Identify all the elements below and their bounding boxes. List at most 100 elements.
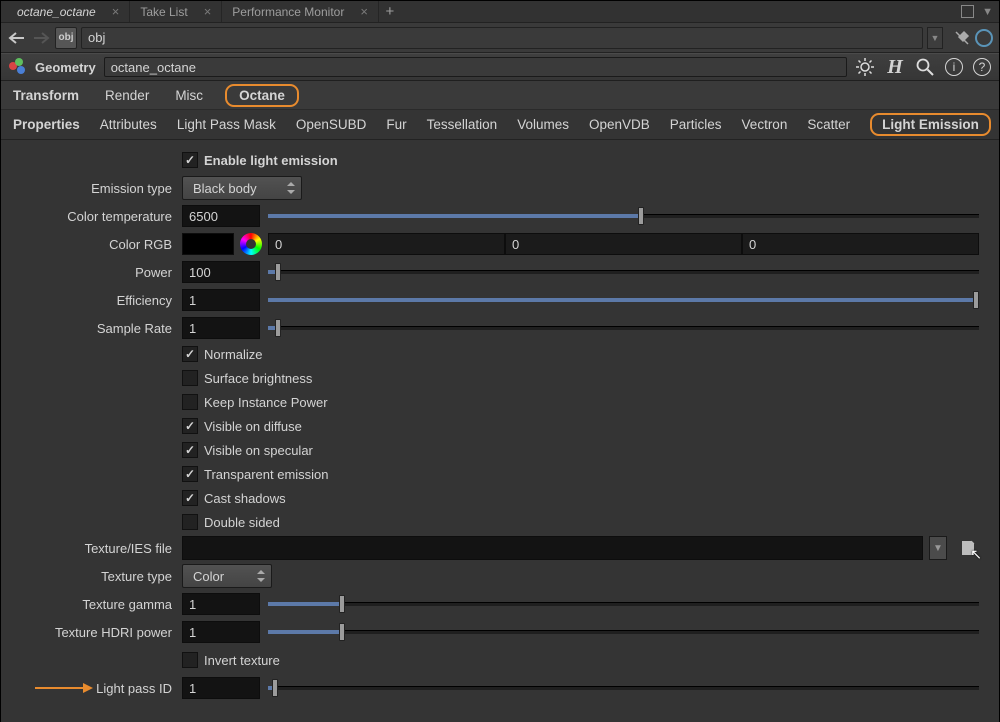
capture-icon[interactable]: [975, 29, 993, 47]
node-name-field[interactable]: octane_octane: [104, 57, 847, 77]
texturefile-history-dropdown[interactable]: ▼: [929, 536, 947, 560]
parameter-panel: Enable light emission Emission type Blac…: [1, 140, 999, 722]
efficiency-slider[interactable]: [268, 289, 979, 311]
close-icon[interactable]: ×: [112, 4, 120, 19]
color-r-field[interactable]: 0: [268, 233, 505, 255]
app-tab-octane[interactable]: octane_octane ×: [7, 1, 130, 22]
gear-icon[interactable]: [855, 57, 875, 77]
power-value: 100: [189, 265, 211, 280]
app-tab-label: octane_octane: [17, 5, 96, 19]
invert-texture-label: Invert texture: [204, 653, 280, 668]
path-field[interactable]: obj: [81, 27, 923, 49]
search-icon[interactable]: [915, 57, 935, 77]
app-tab-takelist[interactable]: Take List ×: [130, 1, 222, 22]
power-label: Power: [11, 265, 176, 280]
enable-emission-checkbox[interactable]: [182, 152, 198, 168]
forward-button[interactable]: [31, 28, 51, 48]
callout-arrow: [35, 674, 93, 702]
pane-menu-icon[interactable]: ▼: [982, 6, 993, 18]
texgamma-slider[interactable]: [268, 593, 979, 615]
emission-type-dropdown[interactable]: Black body: [182, 176, 302, 200]
node-type-label: Geometry: [35, 60, 96, 75]
flag-checkbox-4[interactable]: [182, 442, 198, 458]
subtab-vectron[interactable]: Vectron: [742, 117, 788, 132]
power-slider[interactable]: [268, 261, 979, 283]
flag-checkbox-6[interactable]: [182, 490, 198, 506]
texturetype-dropdown[interactable]: Color: [182, 564, 272, 588]
node-header: Geometry octane_octane H i ?: [1, 53, 999, 81]
subtab-attributes[interactable]: Attributes: [100, 117, 157, 132]
flag-checkbox-5[interactable]: [182, 466, 198, 482]
node-type-icon[interactable]: obj: [55, 27, 77, 49]
add-tab-button[interactable]: +: [379, 3, 401, 20]
color-b-field[interactable]: 0: [742, 233, 979, 255]
flag-label-4: Visible on specular: [204, 443, 313, 458]
flag-checkbox-0[interactable]: [182, 346, 198, 362]
tab-octane[interactable]: Octane: [225, 84, 299, 107]
color-g-field[interactable]: 0: [505, 233, 742, 255]
close-icon[interactable]: ×: [204, 4, 212, 19]
texturefile-field[interactable]: [182, 536, 923, 560]
texhdri-label: Texture HDRI power: [11, 625, 176, 640]
flag-checkbox-7[interactable]: [182, 514, 198, 530]
subtab-openvdb[interactable]: OpenVDB: [589, 117, 650, 132]
texhdri-field[interactable]: 1: [182, 621, 260, 643]
flag-label-0: Normalize: [204, 347, 263, 362]
invert-texture-checkbox[interactable]: [182, 652, 198, 668]
maximize-icon[interactable]: [961, 5, 974, 18]
flag-label-7: Double sided: [204, 515, 280, 530]
color-picker-icon[interactable]: [240, 233, 262, 255]
subtab-tessellation[interactable]: Tessellation: [427, 117, 498, 132]
texgamma-field[interactable]: 1: [182, 593, 260, 615]
path-history-dropdown[interactable]: ▼: [927, 27, 943, 49]
texhdri-slider[interactable]: [268, 621, 979, 643]
color-temp-field[interactable]: 6500: [182, 205, 260, 227]
color-b-value: 0: [749, 237, 756, 252]
flag-checkbox-2[interactable]: [182, 394, 198, 410]
geometry-icon: [9, 58, 27, 76]
subtab-lightpassmask[interactable]: Light Pass Mask: [177, 117, 276, 132]
app-tabstrip: octane_octane × Take List × Performance …: [1, 1, 999, 23]
flag-checkbox-1[interactable]: [182, 370, 198, 386]
subtab-opensubd[interactable]: OpenSUBD: [296, 117, 367, 132]
info-icon[interactable]: i: [945, 58, 963, 76]
subtab-volumes[interactable]: Volumes: [517, 117, 569, 132]
pin-icon[interactable]: [953, 29, 971, 47]
flag-label-1: Surface brightness: [204, 371, 312, 386]
samplerate-slider[interactable]: [268, 317, 979, 339]
path-navbar: obj obj ▼: [1, 23, 999, 53]
subtab-scatter[interactable]: Scatter: [807, 117, 850, 132]
tab-render[interactable]: Render: [101, 85, 153, 106]
houdini-help-icon[interactable]: H: [885, 57, 905, 77]
subtab-properties[interactable]: Properties: [13, 117, 80, 132]
efficiency-value: 1: [189, 293, 196, 308]
file-chooser-button[interactable]: ↖: [957, 536, 979, 560]
close-icon[interactable]: ×: [360, 4, 368, 19]
power-field[interactable]: 100: [182, 261, 260, 283]
subtab-particles[interactable]: Particles: [670, 117, 722, 132]
lightpass-slider[interactable]: [268, 677, 979, 699]
color-temp-slider[interactable]: [268, 205, 979, 227]
color-r-value: 0: [275, 237, 282, 252]
subtab-lightemission[interactable]: Light Emission: [870, 113, 991, 136]
texturefile-label: Texture/IES file: [11, 541, 176, 556]
subtab-fur[interactable]: Fur: [386, 117, 406, 132]
texturetype-value: Color: [193, 569, 224, 584]
app-tab-perfmon[interactable]: Performance Monitor ×: [222, 1, 379, 22]
flag-checkbox-3[interactable]: [182, 418, 198, 434]
efficiency-label: Efficiency: [11, 293, 176, 308]
back-button[interactable]: [7, 28, 27, 48]
samplerate-field[interactable]: 1: [182, 317, 260, 339]
emission-type-value: Black body: [193, 181, 257, 196]
app-tab-label: Performance Monitor: [232, 5, 344, 19]
texgamma-label: Texture gamma: [11, 597, 176, 612]
color-g-value: 0: [512, 237, 519, 252]
efficiency-field[interactable]: 1: [182, 289, 260, 311]
color-swatch[interactable]: [182, 233, 234, 255]
tab-transform[interactable]: Transform: [9, 85, 83, 106]
lightpass-field[interactable]: 1: [182, 677, 260, 699]
app-tab-label: Take List: [140, 5, 187, 19]
lightpass-value: 1: [189, 681, 196, 696]
help-icon[interactable]: ?: [973, 58, 991, 76]
tab-misc[interactable]: Misc: [171, 85, 207, 106]
